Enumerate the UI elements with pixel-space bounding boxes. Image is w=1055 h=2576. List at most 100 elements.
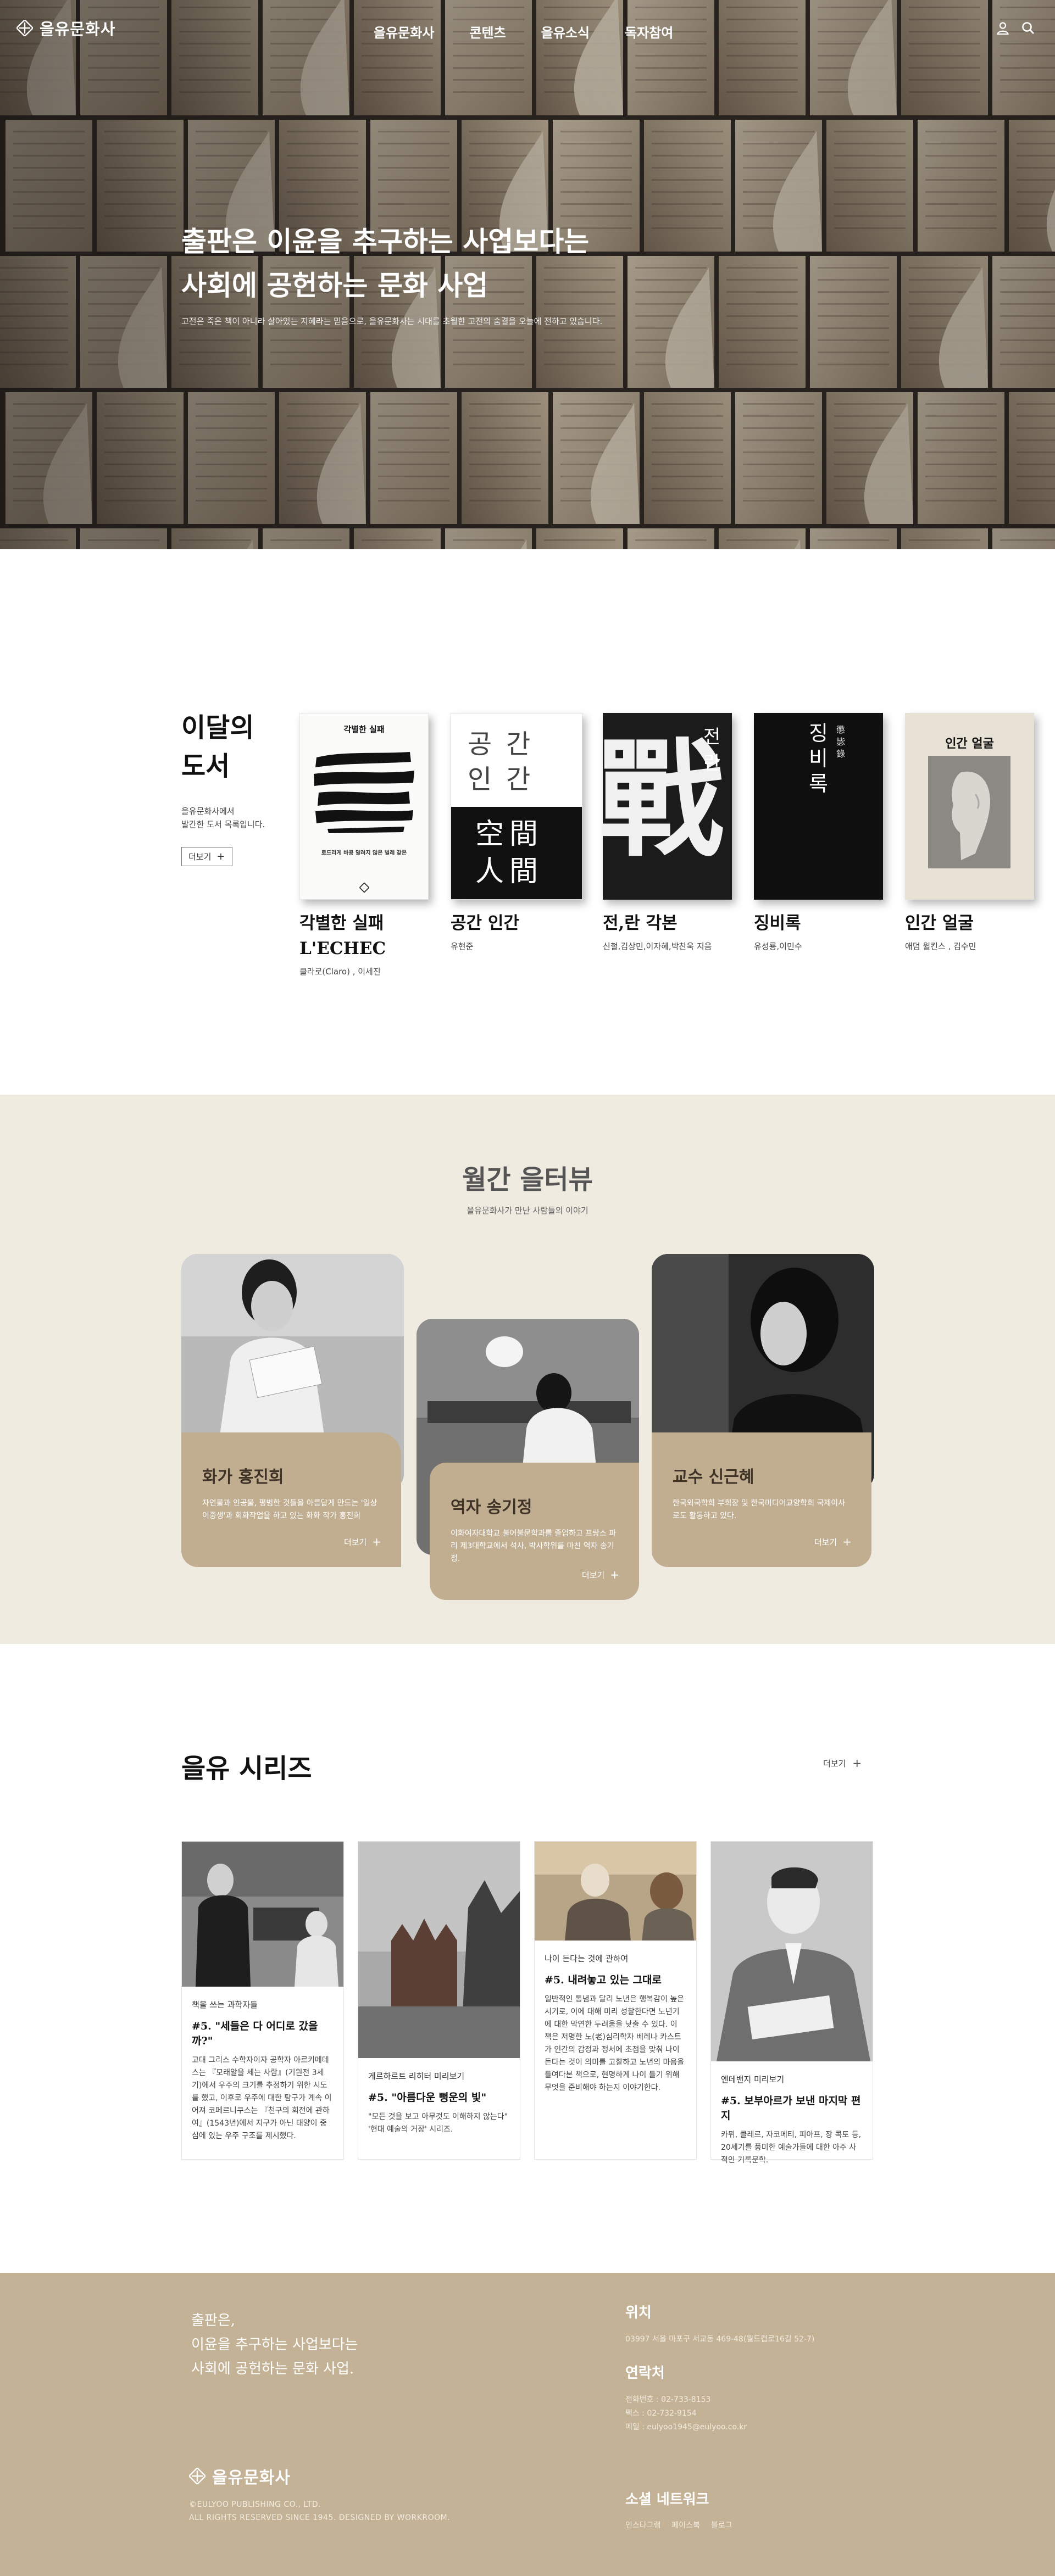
books-heading-line1: 이달의 [181,712,254,743]
book-cover-image: 懲毖錄 징비록 [754,713,883,900]
interview-more-link[interactable]: 더보기 + [582,1568,619,1581]
interview-desc: 자연물과 인공물, 평범한 것들을 아름답게 만드는 '일상이중생'과 회화작업… [202,1499,377,1520]
series-more-button[interactable]: 더보기 + [823,1757,862,1770]
search-icon[interactable] [1021,21,1035,35]
book-item[interactable]: 인간 얼굴 인간 얼굴 애덤 윌킨스 , 김수민 [905,713,1042,952]
cover-hanja: 懲毖錄 [836,724,846,759]
interview-card[interactable]: 교수 신근혜 한국외국학회 부회장 및 한국미디어교양학회 국제이사로도 활동하… [652,1254,874,1567]
cover-title: 각별한 실패 [343,724,385,734]
cover-top-text: 공간 인간 [468,729,545,795]
series-card[interactable]: 나이 든다는 것에 관하여 #5. 내려놓고 있는 그대로 일반적인 통념과 달… [534,1841,697,2160]
book-author: 신철,김상민,이자혜,박찬욱 지음 [603,941,712,951]
social-link-facebook[interactable]: 페이스북 [671,2519,700,2530]
footer-tagline-line1: 출판은, [191,2312,236,2329]
book-title-line1: 각별한 실패 [299,913,384,933]
utility-icons [996,21,1035,35]
books-desc-line1: 을유문화사에서 [181,806,235,816]
logo-mark-icon [189,2468,206,2484]
interview-card[interactable]: 역자 송기정 이화여자대학교 불어불문학과를 졸업하고 프랑스 파리 제3대학교… [417,1319,639,1646]
more-label: 더보기 [343,1537,367,1547]
series-card[interactable]: 책을 쓰는 과학자들 #5. "세들은 다 어디로 갔을까?" 고대 그리스 수… [181,1841,344,2160]
series-card[interactable]: 게르하르트 리히터 미리보기 #5. "아름다운 뻥운의 빛" "모든 것을 보… [358,1841,520,2160]
book-item[interactable]: 戰 전 란 전,란 각본 신철,김상민,이자혜,박찬욱 지음 [603,713,740,952]
contact-title: 연락처 [625,2365,665,2382]
interview-desc: 한국외국학회 부회장 및 한국미디어교양학회 국제이사로도 활동하고 있다. [673,1499,846,1520]
interview-title: 월간 을터뷰 [462,1164,593,1195]
books-heading: 이달의 도서 [181,709,254,785]
series-text: "모든 것을 보고 아무것도 이해하지 않는다" '현대 예술의 거장' 시리즈… [368,2112,508,2134]
plus-icon: + [610,1568,619,1581]
nav-item-eulyoo[interactable]: 을유문화사 [374,22,434,41]
site-logo[interactable]: 을유문화사 [16,16,115,40]
interview-subtitle: 을유문화사가 만난 사람들의 이야기 [467,1206,588,1215]
book-cover-image: 戰 전 란 [603,713,732,900]
cover-bottom-text: 空間 人間 [475,818,544,888]
location-title: 위치 [625,2305,652,2321]
footer-social: 소셜 네트워크 인스타그램 페이스북 블로그 [625,2488,732,2530]
contact-phone: 전화번호 : 02-733-8153 [625,2395,711,2404]
book-cover-image: 인간 얼굴 [905,713,1034,900]
series-title: 을유 시리즈 [181,1753,312,1784]
series-kicker: 엔데밴지 미리보기 [721,2075,785,2084]
book-item[interactable]: 공간 인간 空間 人間 공간 인간 유현준 [451,713,588,952]
footer-copyright: ©EULYOO PUBLISHING CO., LTD. ALL RIGHTS … [189,2498,450,2524]
interview-text-panel: 화가 홍진희 자연물과 인공물, 평범한 것들을 아름답게 만드는 '일상이중생… [181,1432,401,1567]
interview-card[interactable]: 화가 홍진희 자연물과 인공물, 평범한 것들을 아름답게 만드는 '일상이중생… [181,1254,404,1567]
cover-sculpture-panel [928,756,1010,868]
plus-icon: + [842,1535,852,1548]
social-link-instagram[interactable]: 인스타그램 [625,2519,660,2530]
interview-desc: 이화여자대학교 불어불문학과를 졸업하고 프랑스 파리 제3대학교에서 석사, … [451,1529,617,1563]
plus-icon: + [216,850,225,862]
main-nav: 을유문화사 콘텐츠 을유소식 독자참여 [374,22,673,41]
books-more-button[interactable]: 더보기 + [181,847,232,866]
book-title: 징비록 [754,913,801,933]
social-link-blog[interactable]: 블로그 [711,2519,732,2530]
interview-more-link[interactable]: 더보기 + [344,1535,381,1548]
nav-item-readers[interactable]: 독자참여 [625,22,673,41]
hero-title-line1: 출판은 이윤을 추구하는 사업보다는 [181,225,590,258]
copyright-line2: ALL RIGHTS RESERVED SINCE 1945. DESIGNED… [189,2513,451,2522]
footer-tagline-line2: 이윤을 추구하는 사업보다는 [191,2337,358,2353]
series-kicker: 책을 쓰는 과학자들 [192,2000,258,2010]
contact-email[interactable]: 메일 : eulyoo1945@eulyoo.co.kr [625,2423,747,2432]
footer-tagline: 출판은, 이윤을 추구하는 사업보다는 사회에 공헌하는 문화 사업. [191,2309,358,2381]
more-label: 더보기 [814,1537,837,1547]
site-footer: 출판은, 이윤을 추구하는 사업보다는 사회에 공헌하는 문화 사업. 을유문화… [0,2273,1055,2576]
nav-item-news[interactable]: 을유소식 [541,22,590,41]
cover-face-image [952,771,990,860]
footer-location: 위치 03997 서울 마포구 서교동 469-48(월드컵로16길 52-7) [625,2301,814,2346]
books-heading-line2: 도서 [181,751,230,782]
top-navigation: 을유문화사 을유문화사 콘텐츠 을유소식 독자참여 [0,0,1055,60]
user-icon[interactable] [996,21,1010,35]
book-title: 공간 인간 [451,913,519,933]
series-kicker: 게르하르트 리히터 미리보기 [368,2071,465,2081]
location-text: 03997 서울 마포구 서교동 469-48(월드컵로16길 52-7) [625,2335,815,2344]
nav-item-content[interactable]: 콘텐츠 [469,22,506,41]
book-author: 유성룡,이민수 [754,941,802,951]
book-title: 각별한 실패 L'ECHEC [299,911,437,961]
book-item[interactable]: 각별한 실패 로드리게 바콩 알려지 않은 벌레 같은 각별한 실패 L'ECH… [299,713,437,977]
footer-logo-text: 을유문화사 [212,2468,291,2488]
book-item[interactable]: 懲毖錄 징비록 징비록 유성룡,이민수 [754,713,891,952]
book-author: 애덤 윌킨스 , 김수민 [905,941,976,951]
series-image [711,1842,873,2061]
cover-title: 징비록 [809,721,828,796]
footer-logo[interactable]: 을유문화사 [189,2464,291,2488]
social-title: 소셜 네트워크 [625,2491,709,2508]
series-kicker: 나이 든다는 것에 관하여 [545,1954,629,1964]
series-text: 고대 그리스 수학자이자 공학자 아르키메데스는 『모래알을 세는 사람』(기원… [192,2056,332,2140]
series-headline: #5. "세들은 다 어디로 갔을까?" [192,2020,318,2047]
books-desc-line2: 발간한 도서 목록입니다. [181,819,265,829]
interview-more-link[interactable]: 더보기 + [814,1535,852,1548]
series-card[interactable]: 엔데밴지 미리보기 #5. 보부아르가 보낸 마지막 편지 카뮈, 클레르, 자… [710,1841,873,2165]
book-cover-image: 각별한 실패 로드리게 바콩 알려지 않은 벌레 같은 [299,713,429,900]
series-text: 일반적인 통념과 달리 노년은 행복감이 높은 시기로, 이에 대해 미리 성찰… [545,1995,685,2092]
cover-caption: 로드리게 바콩 알려지 않은 벌레 같은 [321,850,407,856]
book-cover-image: 공간 인간 空間 人間 [451,713,582,900]
interview-name: 역자 송기정 [451,1498,532,1517]
footer-tagline-line3: 사회에 공헌하는 문화 사업. [191,2361,354,2377]
book-author: 유현준 [451,941,474,951]
cover-side-text: 전 란 [703,726,721,774]
more-label: 더보기 [581,1570,605,1580]
interview-name: 교수 신근혜 [673,1468,754,1487]
